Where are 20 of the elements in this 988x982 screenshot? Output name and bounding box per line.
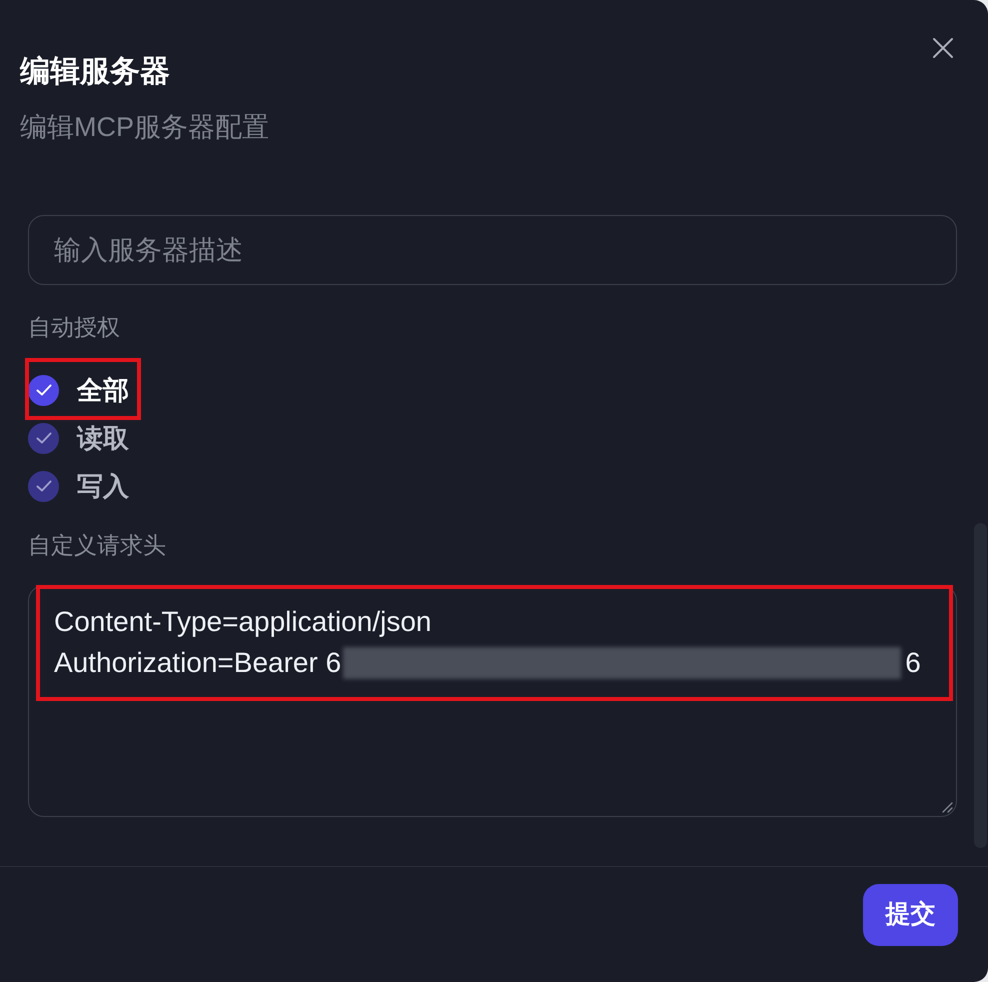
checkmark-icon (36, 432, 52, 444)
checkmark-icon (36, 384, 52, 396)
checkbox-label: 写入 (77, 470, 129, 503)
checkbox-label: 全部 (77, 374, 129, 407)
header-line: Authorization=Bearer 6 (54, 646, 342, 680)
submit-button[interactable]: 提交 (863, 884, 958, 946)
checkmark-icon (36, 480, 52, 492)
description-field[interactable]: 输入服务器描述 (28, 215, 957, 285)
resize-grip-icon (942, 802, 953, 813)
header-line-end: 6 (905, 646, 921, 680)
dialog-title: 编辑服务器 (20, 54, 171, 90)
headers-textarea[interactable]: Content-Type=application/json Authorization=Bearer 6 6 (28, 585, 957, 817)
checkbox-label: 读取 (77, 422, 129, 455)
checkbox[interactable] (28, 374, 59, 406)
section-label: 自定义请求头 (28, 531, 167, 560)
close-button[interactable] (932, 37, 954, 59)
section-label: 自动授权 (28, 313, 121, 342)
dialog-subtitle: 编辑MCP服务器配置 (20, 111, 269, 144)
close-icon (932, 37, 954, 59)
header-line: Content-Type=application/json (54, 604, 432, 639)
